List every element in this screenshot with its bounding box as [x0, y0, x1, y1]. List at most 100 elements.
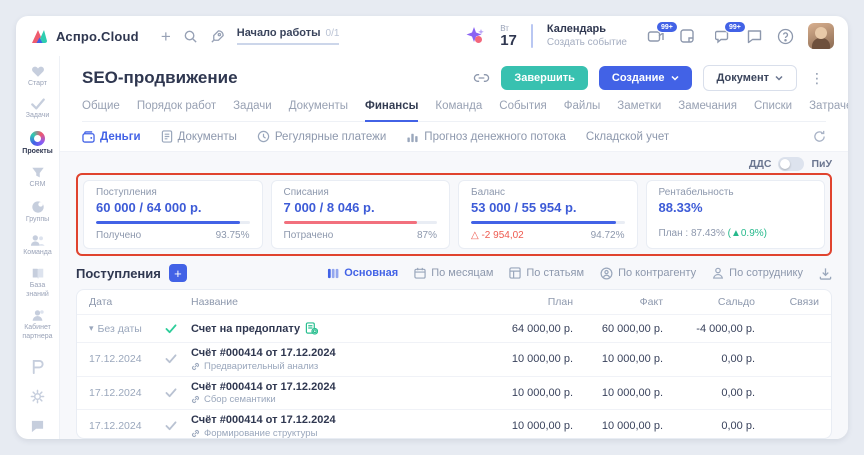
onboarding-progress[interactable]: Начало работы 0/1 — [237, 27, 340, 45]
sidebar-item-partner-cabinet[interactable]: Кабинет партнера — [18, 309, 57, 341]
view-by-employee[interactable]: По сотруднику — [712, 267, 803, 279]
tab-lists[interactable]: Списки — [754, 100, 792, 122]
tab-time-spent[interactable]: Затраченное время — [809, 100, 848, 122]
expenses-progress — [284, 221, 438, 224]
subtab-warehouse[interactable]: Складской учет — [586, 131, 669, 143]
finish-button[interactable]: Завершить — [501, 66, 588, 90]
tab-general[interactable]: Общие — [82, 100, 120, 122]
sidebar-item-groups[interactable]: Группы — [18, 200, 57, 224]
table-row[interactable]: ▾Без даты Счет на предоплату 64 000,00 р… — [77, 315, 831, 343]
table-row[interactable]: 17.12.2024 Счёт #000414 от 17.12.2024 Сб… — [77, 377, 831, 411]
create-button[interactable]: Создание — [599, 66, 692, 90]
refresh-icon[interactable] — [813, 130, 826, 143]
date-day: 17 — [500, 33, 517, 48]
main-content: SEO-продвижение Завершить Создание Докум… — [60, 56, 848, 439]
sidebar-item-projects[interactable]: Проекты — [18, 131, 57, 156]
expand-caret-icon[interactable]: ▾ — [89, 323, 94, 334]
calendar-title: Календарь — [547, 23, 627, 37]
feedback-chat-icon[interactable] — [30, 419, 45, 433]
more-options-icon[interactable]: ⋮ — [808, 70, 826, 87]
sidebar-item-tasks[interactable]: Задачи — [18, 98, 57, 120]
topbar-right: Вт 17 Календарь Создать событие 99+ 99+ — [464, 23, 834, 49]
tab-remarks[interactable]: Замечания — [678, 100, 737, 122]
link-icon — [191, 362, 200, 371]
counterparty-icon — [600, 267, 613, 280]
view-by-months[interactable]: По месяцам — [414, 267, 493, 279]
subtab-cashflow-forecast[interactable]: Прогноз денежного потока — [406, 131, 566, 143]
subtab-money[interactable]: Деньги — [82, 131, 141, 143]
copy-link-icon[interactable] — [473, 71, 490, 85]
balance-delta: △ -2 954,02 — [471, 230, 524, 241]
status-check-icon — [165, 354, 191, 364]
chat-icon[interactable] — [746, 28, 763, 44]
start-icon — [31, 65, 45, 78]
tab-documents[interactable]: Документы — [289, 100, 348, 122]
page-title: SEO-продвижение — [82, 68, 238, 88]
onboarding-count: 0/1 — [326, 28, 340, 39]
export-download-icon[interactable] — [819, 267, 832, 280]
table-row[interactable]: 17.12.2024 Счёт #000414 от 17.12.2024 Фо… — [77, 410, 831, 439]
sidebar: Старт Задачи Проекты CRM Группы Команда — [16, 56, 60, 439]
logo-icon — [30, 28, 49, 45]
document-button[interactable]: Документ — [703, 65, 797, 91]
sidebar-item-team[interactable]: Команда — [18, 234, 57, 257]
partner-program-icon[interactable] — [30, 359, 45, 374]
sidebar-item-start[interactable]: Старт — [18, 65, 57, 88]
card-profitability[interactable]: Рентабельность 88.33% План : 87.43% (▲0.… — [646, 180, 826, 249]
notifications-icon[interactable]: 99+ — [715, 28, 732, 44]
table-title: Поступления — [76, 266, 161, 281]
income-table: Дата Название План Факт Сальдо Связи ▾Бе… — [76, 289, 832, 439]
rocket-icon[interactable] — [210, 29, 225, 44]
tab-files[interactable]: Файлы — [564, 100, 601, 122]
view-by-counterparty[interactable]: По контрагенту — [600, 267, 696, 280]
notes-icon[interactable] — [679, 28, 695, 44]
tab-team[interactable]: Команда — [435, 100, 482, 122]
search-icon[interactable] — [183, 29, 198, 44]
subtab-documents[interactable]: Документы — [161, 130, 237, 143]
messages-icon[interactable]: 99+ — [647, 28, 665, 44]
quick-add-button[interactable]: + — [161, 28, 171, 45]
card-income[interactable]: Поступления 60 000 / 64 000 р. Получено … — [83, 180, 263, 249]
subtab-recurring-payments[interactable]: Регулярные платежи — [257, 130, 386, 143]
dds-piu-toggle[interactable] — [778, 157, 804, 171]
link-icon — [191, 395, 200, 404]
view-by-articles[interactable]: По статьям — [509, 267, 584, 279]
onboarding-label: Начало работы — [237, 27, 321, 39]
user-avatar[interactable] — [808, 23, 834, 49]
sidebar-item-knowledge-base[interactable]: База знаний — [18, 267, 57, 299]
ai-assistant-icon[interactable] — [464, 26, 486, 46]
projects-icon — [30, 131, 45, 146]
groups-icon — [31, 200, 45, 214]
prepayment-invoice-icon — [305, 322, 318, 335]
chevron-down-icon — [775, 75, 783, 81]
tab-notes[interactable]: Заметки — [617, 100, 661, 122]
view-main[interactable]: Основная — [327, 267, 398, 279]
sidebar-item-crm[interactable]: CRM — [18, 166, 57, 189]
calendar-widget[interactable]: Календарь Создать событие — [547, 23, 627, 49]
dds-label[interactable]: ДДС — [749, 158, 772, 170]
topbar: Аспро.Cloud + Начало работы 0/1 Вт 17 Ка… — [16, 16, 848, 56]
brand-name: Аспро.Cloud — [56, 29, 139, 44]
tab-events[interactable]: События — [499, 100, 546, 122]
chevron-down-icon — [671, 75, 679, 81]
tab-tasks[interactable]: Задачи — [233, 100, 272, 122]
calendar-create-event: Создать событие — [547, 37, 627, 50]
brand[interactable]: Аспро.Cloud — [30, 28, 139, 45]
card-balance[interactable]: Баланс 53 000 / 55 954 р. △ -2 954,02 94… — [458, 180, 638, 249]
tab-work-order[interactable]: Порядок работ — [137, 100, 216, 122]
clock-icon — [257, 130, 270, 143]
crm-funnel-icon — [31, 166, 45, 179]
divider — [531, 24, 533, 48]
table-row[interactable]: 17.12.2024 Счёт #000414 от 17.12.2024 Пр… — [77, 343, 831, 377]
notifications-badge: 99+ — [724, 21, 746, 33]
card-expenses[interactable]: Списания 7 000 / 8 046 р. Потрачено 87% — [271, 180, 451, 249]
tab-finance[interactable]: Финансы — [365, 100, 418, 122]
table-icon — [509, 267, 521, 279]
add-income-button[interactable]: + — [169, 264, 187, 282]
date-widget[interactable]: Вт 17 — [500, 25, 517, 48]
piu-label[interactable]: ПиУ — [811, 158, 832, 170]
help-icon[interactable] — [777, 28, 794, 45]
settings-icon[interactable] — [30, 389, 45, 404]
header-actions: Завершить Создание Документ ⋮ — [473, 65, 826, 91]
document-icon — [161, 130, 173, 143]
